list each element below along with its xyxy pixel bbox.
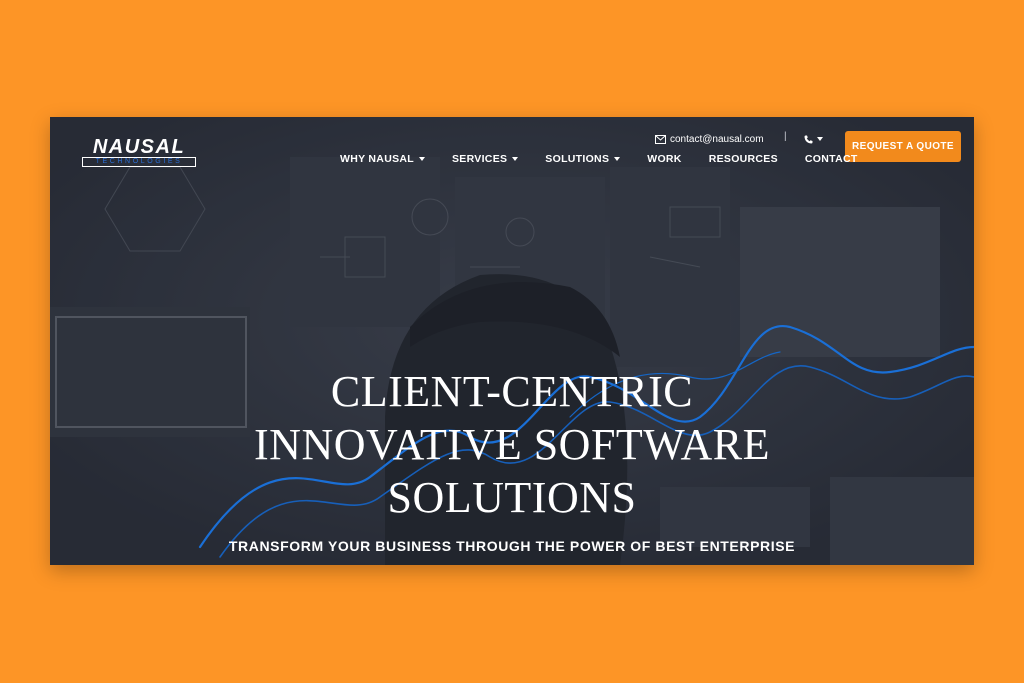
- nav-item-label: RESOURCES: [708, 153, 778, 165]
- topbar-divider: |: [784, 131, 787, 142]
- hero-headline-line: SOLUTIONS: [387, 473, 637, 522]
- logo-wordmark: NAUSAL: [92, 136, 186, 158]
- phone-dropdown[interactable]: [804, 131, 823, 147]
- contact-email-text: contact@nausal.com: [670, 133, 764, 145]
- nausal-logo[interactable]: NAUSAL TECHNOLOGIES: [78, 137, 200, 167]
- hero-headline-line: INNOVATIVE SOFTWARE: [254, 420, 770, 469]
- chevron-down-icon: [614, 157, 621, 161]
- chevron-down-icon: [512, 157, 519, 161]
- chevron-down-icon: [418, 157, 425, 161]
- request-quote-button[interactable]: REQUEST A QUOTE: [845, 131, 961, 162]
- nav-item-services[interactable]: SERVICES: [451, 152, 519, 166]
- contact-email-link[interactable]: contact@nausal.com: [655, 131, 764, 147]
- phone-icon: [804, 135, 813, 143]
- nav-item-label: WORK: [647, 153, 682, 165]
- nav-item-label: CONTACT: [804, 153, 858, 165]
- hero-headline-line: CLIENT-CENTRIC: [330, 367, 694, 416]
- logo-subtitle: TECHNOLOGIES: [82, 157, 196, 167]
- main-nav: WHY NAUSAL SERVICES SOLUTIONS WORK RESOU…: [340, 152, 858, 166]
- nav-item-label: WHY NAUSAL: [340, 153, 414, 165]
- nav-item-label: SOLUTIONS: [545, 153, 610, 165]
- nav-item-work[interactable]: WORK: [647, 152, 681, 166]
- nav-item-label: SERVICES: [451, 153, 508, 165]
- nav-item-solutions[interactable]: SOLUTIONS: [545, 152, 621, 166]
- envelope-icon: [655, 134, 666, 144]
- website-screenshot: NAUSAL TECHNOLOGIES contact@nausal.com |…: [50, 117, 974, 565]
- chevron-down-icon: [817, 137, 823, 141]
- nav-item-why-nausal[interactable]: WHY NAUSAL: [340, 152, 425, 166]
- hero-tagline: TRANSFORM YOUR BUSINESS THROUGH THE POWE…: [228, 538, 796, 554]
- nav-item-contact[interactable]: CONTACT: [805, 152, 858, 166]
- nav-item-resources[interactable]: RESOURCES: [709, 152, 778, 166]
- hero-headline: CLIENT-CENTRIC INNOVATIVE SOFTWARE SOLUT…: [50, 365, 974, 524]
